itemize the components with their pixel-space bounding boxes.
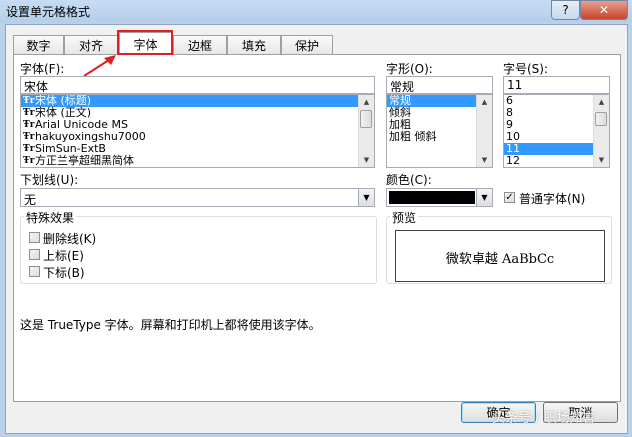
color-label: 颜色(C):: [386, 173, 432, 187]
superscript-label: 上标(E): [43, 249, 84, 263]
normal-font-label: 普通字体(N): [519, 192, 586, 206]
color-select[interactable]: ▼: [386, 188, 493, 207]
truetype-icon: Ŧr: [23, 108, 35, 118]
tab-highlight-box: [117, 30, 173, 55]
subscript-checkbox[interactable]: [29, 266, 40, 277]
tab-border[interactable]: 边框: [173, 35, 227, 55]
size-scrollbar[interactable]: ▲ ▼: [593, 95, 609, 167]
preview-box: 微软卓越 AaBbCc: [395, 230, 605, 282]
strikethrough-checkbox[interactable]: [29, 232, 40, 243]
style-label: 字形(O):: [386, 62, 433, 76]
font-label: 字体(F):: [20, 62, 65, 76]
chevron-down-icon[interactable]: ▼: [358, 189, 374, 206]
checkmark-icon: ✓: [505, 192, 514, 203]
scroll-thumb[interactable]: [595, 112, 607, 126]
truetype-icon: Ŧr: [23, 120, 35, 130]
tab-protection[interactable]: 保护: [281, 35, 333, 55]
help-button[interactable]: ?: [551, 0, 580, 20]
window-title: 设置单元格格式: [6, 5, 91, 19]
underline-label: 下划线(U):: [20, 173, 79, 187]
font-list-items: Ŧr 宋体 (标题) Ŧr 宋体 (正文) Ŧr Arial Unicode MS Ŧr ha…: [21, 95, 374, 167]
list-item-label: 加粗 倾斜: [389, 130, 437, 143]
tab-number[interactable]: 数字: [13, 35, 64, 55]
scroll-up-icon[interactable]: ▲: [477, 95, 492, 109]
truetype-icon: Ŧr: [23, 144, 35, 154]
scroll-up-icon[interactable]: ▲: [359, 95, 374, 109]
effects-title: 特殊效果: [24, 209, 77, 226]
truetype-icon: Ŧr: [23, 96, 35, 106]
font-input[interactable]: 宋体: [20, 76, 375, 94]
preview-area: 微软卓越 AaBbCc: [408, 231, 592, 281]
scroll-down-icon[interactable]: ▼: [359, 153, 374, 167]
truetype-icon: Ŧr: [23, 156, 35, 166]
chevron-down-icon[interactable]: ▼: [476, 189, 492, 206]
annotation-arrow-icon: [83, 55, 116, 77]
scroll-down-icon[interactable]: ▼: [477, 153, 492, 167]
strikethrough-label: 删除线(K): [43, 232, 97, 246]
underline-select[interactable]: 无 ▼: [20, 188, 375, 207]
truetype-icon: Ŧr: [23, 132, 35, 142]
scroll-thumb[interactable]: [360, 110, 372, 128]
list-item-label: 12: [506, 154, 520, 167]
watermark-text: 头条号 / 职场知言: [492, 411, 596, 426]
size-label: 字号(S):: [503, 62, 549, 76]
size-input[interactable]: 11: [503, 76, 610, 94]
size-listbox[interactable]: 6 8 9 10 11 12 ▲ ▼: [503, 94, 610, 168]
preview-title: 预览: [390, 209, 419, 226]
underline-value: 无: [24, 193, 37, 207]
superscript-checkbox[interactable]: [29, 249, 40, 260]
list-item[interactable]: Ŧr 方正兰亭超细黑简体: [21, 155, 374, 167]
title-bar: 设置单元格格式 ? ✕: [0, 0, 632, 22]
font-listbox[interactable]: Ŧr 宋体 (标题) Ŧr 宋体 (正文) Ŧr Arial Unicode MS Ŧr ha…: [20, 94, 375, 168]
font-description: 这是 TrueType 字体。屏幕和打印机上都将使用该字体。: [20, 318, 321, 332]
subscript-label: 下标(B): [43, 266, 85, 280]
scroll-up-icon[interactable]: ▲: [594, 95, 609, 109]
style-input[interactable]: 常规: [386, 76, 493, 94]
close-button[interactable]: ✕: [580, 0, 628, 20]
font-scrollbar[interactable]: ▲ ▼: [358, 95, 374, 167]
preview-sample: 微软卓越 AaBbCc: [445, 252, 555, 267]
style-scrollbar[interactable]: ▲ ▼: [476, 95, 492, 167]
style-listbox[interactable]: 常规 倾斜 加粗 加粗 倾斜 ▲ ▼: [386, 94, 493, 168]
list-item-label: 方正兰亭超细黑简体: [35, 154, 134, 167]
scroll-down-icon[interactable]: ▼: [594, 153, 609, 167]
tab-fill[interactable]: 填充: [227, 35, 281, 55]
color-swatch: [389, 191, 475, 204]
normal-font-checkbox[interactable]: ✓: [504, 192, 515, 203]
